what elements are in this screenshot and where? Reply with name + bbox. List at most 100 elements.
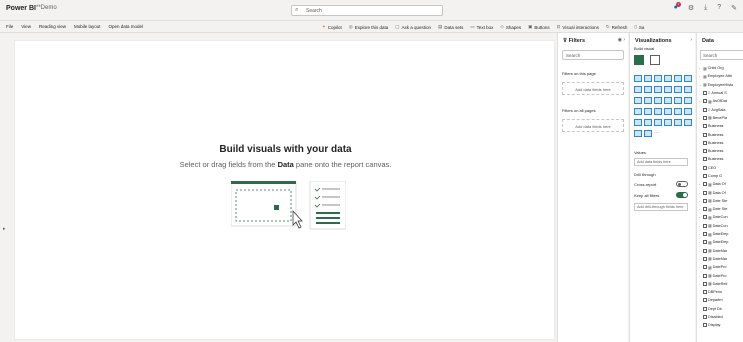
decomposition-tree-icon[interactable]	[674, 119, 682, 126]
field-item[interactable]: Display	[699, 321, 743, 329]
menu-view[interactable]: View	[21, 24, 31, 29]
data-search-input[interactable]: Search	[700, 50, 743, 60]
pie-chart-icon[interactable]	[654, 97, 662, 104]
python-visual-icon[interactable]	[654, 119, 662, 126]
feedback-icon[interactable]: ✎	[731, 4, 737, 12]
treemap-icon[interactable]	[674, 97, 682, 104]
field-item[interactable]: Σ Annual S	[699, 89, 743, 97]
build-visual-tab-icon[interactable]	[634, 55, 644, 65]
menu-reading-view[interactable]: Reading view	[39, 24, 66, 29]
slicer-icon[interactable]	[674, 108, 682, 115]
menu-mobile-layout[interactable]: Mobile layout	[74, 24, 101, 29]
field-item[interactable]: › ▦ Date Ste	[699, 205, 743, 213]
key-influencers-icon[interactable]	[664, 119, 672, 126]
more-visuals-icon[interactable]: ···	[654, 130, 659, 137]
app-title[interactable]: Power BI	[6, 5, 36, 12]
report-canvas[interactable]: Build visuals with your data Select or d…	[14, 40, 555, 340]
stacked-column-chart-icon[interactable]	[644, 75, 652, 82]
filled-map-icon[interactable]	[634, 108, 642, 115]
field-item[interactable]: Business	[699, 147, 743, 155]
filters-on-page-drop[interactable]: Add data fields here	[562, 82, 624, 95]
table-item[interactable]: › ▦ Employee Attri	[699, 72, 743, 80]
field-item[interactable]: Disabled	[699, 313, 743, 321]
refresh-button[interactable]: ↻ Refresh	[606, 24, 628, 30]
values-drop[interactable]: Add data fields here	[634, 158, 688, 166]
field-item[interactable]: Comp G	[699, 172, 743, 180]
stacked-bar-chart-icon[interactable]	[634, 75, 642, 82]
ribbon-chart-icon[interactable]	[674, 86, 682, 93]
field-item[interactable]: Business	[699, 130, 743, 138]
menu-open-data-model[interactable]: Open data model	[108, 24, 143, 29]
menu-file[interactable]: File	[6, 24, 13, 29]
shapes-button[interactable]: ◇ Shapes	[500, 24, 521, 30]
qa-visual-icon[interactable]	[684, 119, 692, 126]
power-apps-icon[interactable]	[644, 130, 652, 137]
r-visual-icon[interactable]	[644, 119, 652, 126]
funnel-icon[interactable]	[634, 97, 642, 104]
page-nav-arrow-icon[interactable]: ▸	[3, 226, 6, 232]
field-item[interactable]: › ▦ DatePro	[699, 271, 743, 279]
clustered-column-chart-icon[interactable]	[664, 75, 672, 82]
field-item[interactable]: Business	[699, 139, 743, 147]
card-icon[interactable]	[654, 108, 662, 115]
field-item[interactable]: › ▦ DatePro	[699, 263, 743, 271]
field-item[interactable]: Σ AvgSala	[699, 105, 743, 113]
field-item[interactable]: › ▦ DateCon	[699, 213, 743, 221]
table-item[interactable]: ⌄ ▦ EmployeeHisto	[699, 81, 743, 89]
download-icon[interactable]: ⤓	[704, 4, 707, 12]
100-stacked-bar-icon[interactable]	[674, 75, 682, 82]
stacked-area-icon[interactable]	[654, 86, 662, 93]
donut-chart-icon[interactable]	[664, 97, 672, 104]
field-item[interactable]: Business	[699, 155, 743, 163]
cross-report-toggle[interactable]	[676, 181, 688, 187]
field-item[interactable]: › ▦ DateReti	[699, 280, 743, 288]
clustered-bar-chart-icon[interactable]	[654, 75, 662, 82]
field-item[interactable]: Departm	[699, 296, 743, 304]
global-search[interactable]: ⌕ Search	[291, 5, 443, 16]
visualizations-collapse-icon[interactable]: ›	[690, 37, 692, 43]
notifications-icon[interactable]: ● 1	[674, 2, 681, 12]
gauge-icon[interactable]	[644, 108, 652, 115]
field-item[interactable]: Dept Dir	[699, 305, 743, 313]
field-item[interactable]: › ▦ DateEmp	[699, 238, 743, 246]
map-icon[interactable]	[684, 97, 692, 104]
area-chart-icon[interactable]	[644, 86, 652, 93]
field-item[interactable]: › ▦ Date Ste	[699, 197, 743, 205]
ask-question-button[interactable]: ▢ Ask a question	[395, 24, 431, 30]
drill-through-drop[interactable]: Add drill-through fields here	[634, 203, 688, 211]
matrix-icon[interactable]	[634, 119, 642, 126]
waterfall-icon[interactable]	[684, 86, 692, 93]
field-item[interactable]: › ▦ DateMar	[699, 247, 743, 255]
100-stacked-column-icon[interactable]	[684, 75, 692, 82]
explore-data-button[interactable]: ◎ Explore this data	[349, 24, 388, 30]
search-input[interactable]: Search	[306, 8, 322, 14]
save-button[interactable]: ▯ Sa	[634, 24, 644, 30]
filters-on-all-drop[interactable]: Add data fields here	[562, 119, 624, 132]
field-item[interactable]: CEO	[699, 164, 743, 172]
line-column-icon[interactable]	[664, 86, 672, 93]
keep-filters-toggle[interactable]	[676, 192, 688, 198]
file-title[interactable]: **Demo	[36, 5, 57, 11]
field-item[interactable]: › ▦ DateMar	[699, 255, 743, 263]
field-item[interactable]: › ▦ BenePla	[699, 114, 743, 122]
table-item[interactable]: › ▦ Child Org	[699, 64, 743, 72]
field-item[interactable]: Business	[699, 122, 743, 130]
field-item[interactable]: › ▦ AsOfDat	[699, 97, 743, 105]
settings-icon[interactable]: ⚙	[688, 4, 694, 12]
datasets-button[interactable]: ▤ Data sets	[438, 24, 463, 30]
buttons-button[interactable]: ▣ Buttons	[528, 24, 550, 30]
copilot-button[interactable]: ✦ Copilot	[322, 24, 342, 30]
field-item[interactable]: DBPens	[699, 288, 743, 296]
table-icon[interactable]	[684, 108, 692, 115]
scatter-icon[interactable]	[644, 97, 652, 104]
filters-search-input[interactable]: Search	[562, 50, 624, 60]
format-visual-tab-icon[interactable]	[650, 55, 660, 65]
field-item[interactable]: › ▦ Data Of	[699, 180, 743, 188]
field-item[interactable]: › ▦ DateEmp	[699, 230, 743, 238]
field-item[interactable]: › ▦ Data Of	[699, 188, 743, 196]
line-chart-icon[interactable]	[634, 86, 642, 93]
paginated-report-icon[interactable]	[634, 130, 642, 137]
textbox-button[interactable]: ▭ Text box	[470, 24, 493, 30]
kpi-icon[interactable]	[664, 108, 672, 115]
filters-collapse-icon[interactable]: ◉ ›	[618, 37, 625, 43]
